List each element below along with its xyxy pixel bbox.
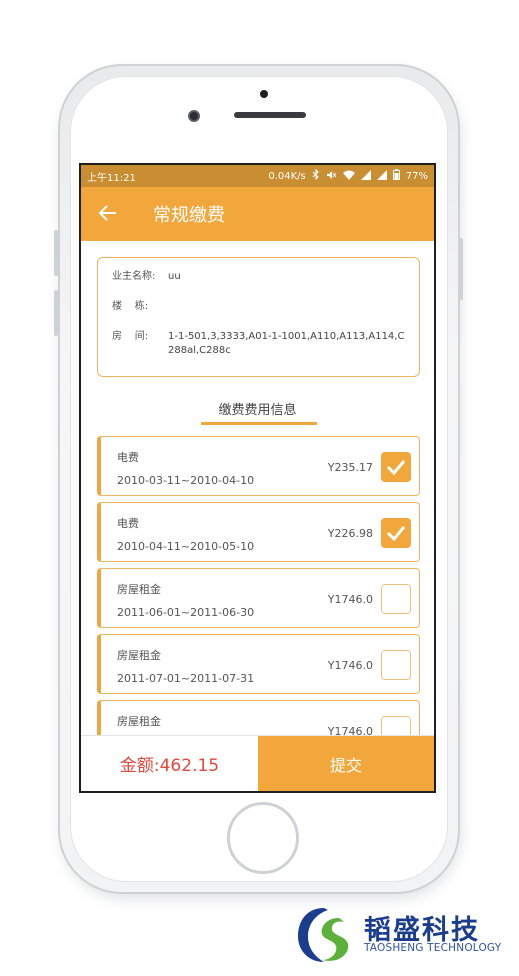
volume-up-button: [54, 230, 58, 276]
bluetooth-icon: [312, 168, 320, 183]
fee-period: 2011-06-01~2011-06-30: [117, 606, 255, 619]
building-value: [168, 300, 405, 314]
app-bar: 常规缴费: [81, 187, 434, 241]
owner-value: uu: [168, 271, 181, 282]
battery-icon: [392, 169, 400, 183]
total-amount: 金额:462.15: [119, 756, 220, 776]
fee-name: 房屋租金: [117, 583, 161, 596]
brand-logo: 韬盛科技 TAOSHENG TECHNOLOGY: [290, 900, 516, 972]
room-label: 房 间:: [112, 331, 149, 342]
fee-period: 2011-07-01~2011-07-31: [117, 672, 255, 685]
status-bar: 上午11:21 0.04K/s 77%: [81, 165, 434, 187]
fee-amount: Y1746.0: [327, 659, 373, 672]
building-row: 楼 栋:: [112, 300, 405, 314]
signal-icon: [360, 169, 371, 183]
fee-amount: Y1746.0: [327, 593, 373, 606]
wifi-icon: [342, 170, 355, 183]
battery-percent: 77%: [405, 170, 428, 182]
fee-name: 电费: [117, 451, 139, 464]
checkmark-icon: [386, 460, 406, 475]
back-arrow-icon[interactable]: [98, 202, 139, 226]
mute-icon: [326, 170, 337, 183]
fee-list[interactable]: 电费 2010-03-11~2010-04-10 Y235.17 电费 2010…: [97, 436, 420, 766]
status-indicators: 0.04K/s 77%: [268, 168, 428, 183]
fee-period: 2010-03-11~2010-04-10: [117, 474, 255, 487]
fee-checkbox[interactable]: [381, 584, 411, 614]
owner-info-card: 业主名称: uu 楼 栋: 房 间: 1-1-501,3,3333,A01-1-…: [97, 257, 420, 377]
fee-name: 电费: [117, 517, 139, 530]
fee-checkbox[interactable]: [381, 518, 411, 548]
owner-row: 业主名称: uu: [112, 270, 405, 284]
app-screen: 上午11:21 0.04K/s 77% 常规缴费 业主名称: uu 楼 栋: 房…: [79, 163, 436, 793]
submit-button[interactable]: 提交: [258, 736, 434, 791]
power-button: [459, 238, 463, 300]
section-underline: [201, 422, 317, 425]
signal-icon-2: [376, 169, 387, 183]
fee-item[interactable]: 房屋租金 2011-07-01~2011-07-31 Y1746.0: [97, 634, 420, 694]
room-value: 1-1-501,3,3333,A01-1-1001,A110,A113,A114…: [168, 331, 405, 356]
fee-checkbox[interactable]: [381, 452, 411, 482]
fees-section-title: 缴费费用信息: [218, 403, 297, 418]
earpiece-speaker: [234, 112, 306, 118]
proximity-sensor: [260, 90, 268, 98]
fee-amount: Y235.17: [327, 461, 373, 474]
bottom-bar: 金额:462.15 提交: [81, 735, 434, 791]
network-speed: 0.04K/s: [268, 170, 306, 182]
fee-name: 房屋租金: [117, 715, 161, 728]
home-button[interactable]: [227, 802, 299, 874]
fee-item[interactable]: 房屋租金 2011-06-01~2011-06-30 Y1746.0: [97, 568, 420, 628]
fee-period: 2010-04-11~2010-05-10: [117, 540, 255, 553]
status-time: 上午11:21: [87, 172, 136, 184]
fee-item[interactable]: 电费 2010-04-11~2010-05-10 Y226.98: [97, 502, 420, 562]
fee-amount: Y226.98: [327, 527, 373, 540]
fee-checkbox[interactable]: [381, 650, 411, 680]
front-camera: [188, 110, 200, 122]
checkmark-icon: [386, 526, 406, 541]
room-row: 房 间: 1-1-501,3,3333,A01-1-1001,A110,A113…: [112, 330, 405, 358]
brand-logo-icon: [298, 908, 349, 962]
fee-item[interactable]: 电费 2010-03-11~2010-04-10 Y235.17: [97, 436, 420, 496]
owner-label: 业主名称:: [112, 271, 156, 282]
fee-name: 房屋租金: [117, 649, 161, 662]
page-title: 常规缴费: [153, 205, 225, 226]
volume-down-button: [54, 290, 58, 336]
building-label: 楼 栋:: [112, 301, 149, 312]
brand-name-en: TAOSHENG TECHNOLOGY: [364, 942, 502, 954]
